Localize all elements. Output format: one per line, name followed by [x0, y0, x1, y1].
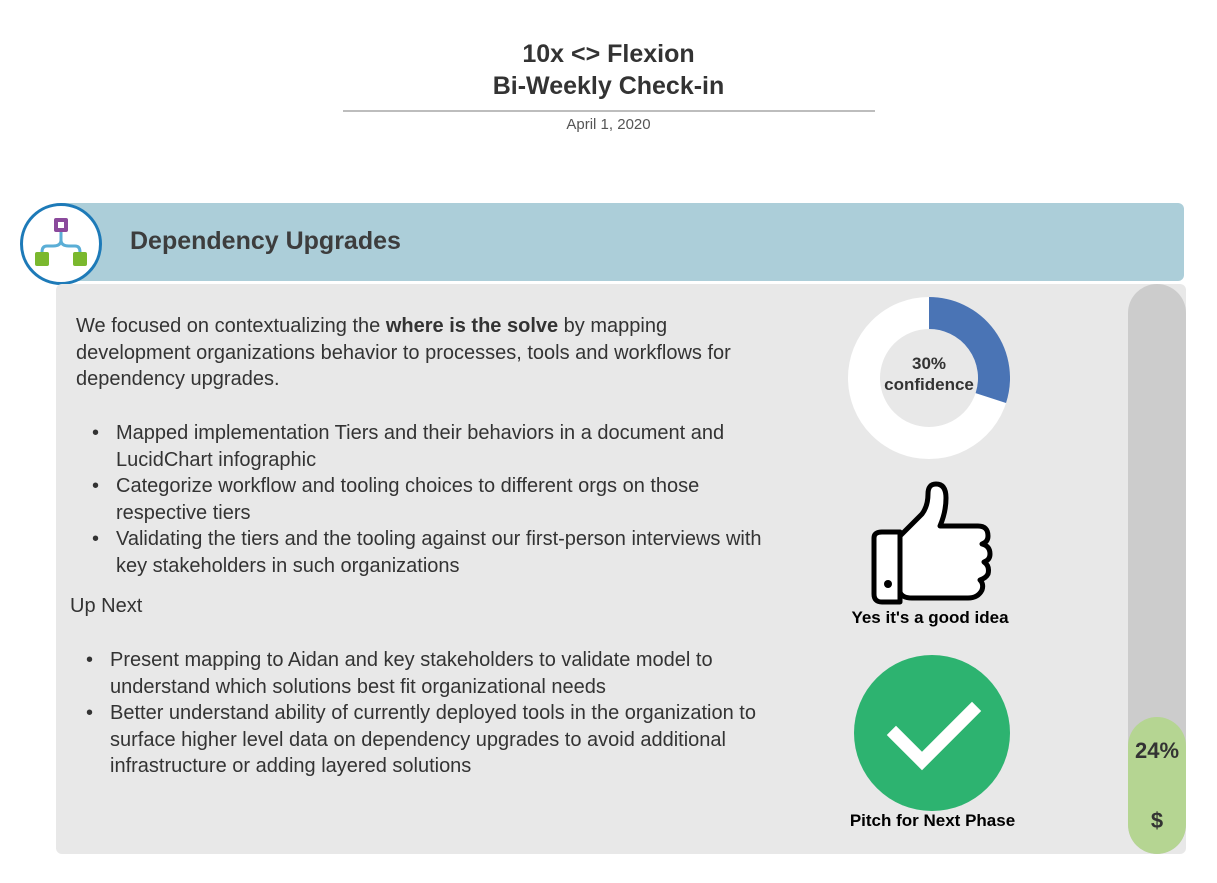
page-date: April 1, 2020	[566, 116, 651, 133]
section-header-bar: Dependency Upgrades	[56, 203, 1184, 281]
list-item: Categorize workflow and tooling choices …	[92, 473, 776, 526]
section-title: Dependency Upgrades	[130, 227, 401, 255]
budget-symbol: $	[1150, 808, 1164, 833]
pitch-check-badge	[854, 655, 1010, 811]
confidence-value: 30%	[911, 354, 947, 373]
budget-percent: 24%	[1134, 738, 1180, 763]
intro-text-bold: where is the solve	[385, 315, 559, 337]
list-item: Present mapping to Aidan and key stakeho…	[86, 647, 770, 700]
list-item: Mapped implementation Tiers and their be…	[92, 420, 776, 473]
list-item: Validating the tiers and the tooling aga…	[92, 526, 776, 579]
up-next-list: Present mapping to Aidan and key stakeho…	[86, 647, 770, 780]
confidence-caption: confidence	[884, 375, 974, 394]
list-item: Better understand ability of currently d…	[86, 700, 770, 780]
intro-text-start: We focused on contextualizing the	[76, 315, 386, 337]
thumbs-up-icon	[866, 480, 996, 606]
confidence-label: 30% confidence	[848, 353, 1010, 395]
page-title-line2: Bi-Weekly Check-in	[492, 72, 725, 100]
budget-progress-track	[1128, 284, 1186, 854]
hierarchy-icon	[20, 203, 102, 285]
intro-paragraph: We focused on contextualizing the where …	[76, 313, 776, 393]
page-title-line1: 10x <> Flexion	[522, 40, 695, 68]
up-next-heading: Up Next	[70, 595, 143, 617]
thumbs-up-label: Yes it's a good idea	[851, 608, 1009, 627]
check-icon	[886, 701, 982, 771]
pitch-label: Pitch for Next Phase	[849, 811, 1016, 830]
title-divider	[343, 110, 875, 112]
done-list: Mapped implementation Tiers and their be…	[92, 420, 776, 579]
